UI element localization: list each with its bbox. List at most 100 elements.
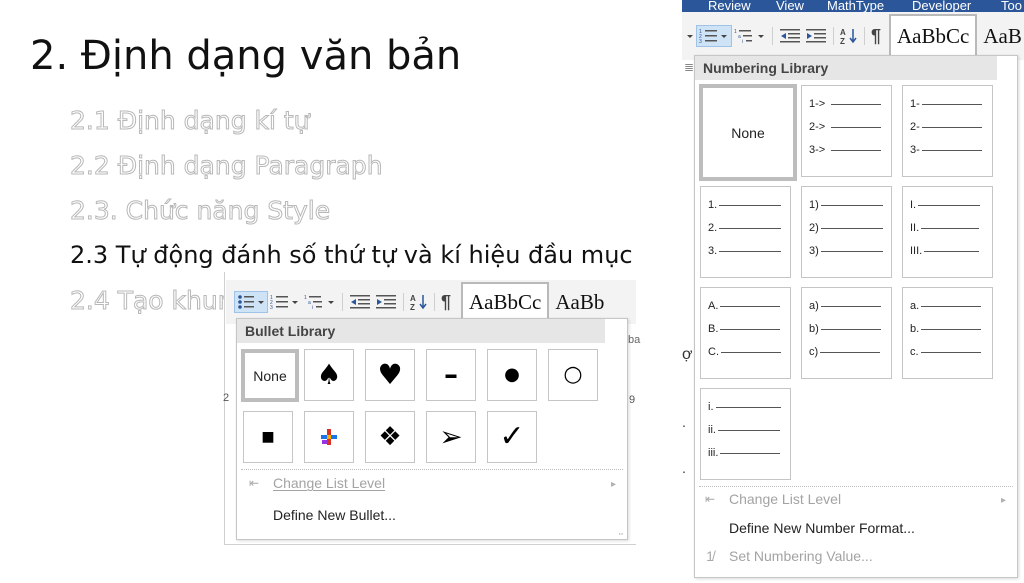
num-label: B. [708, 323, 719, 335]
style-gallery-normal[interactable]: AaBbCc [889, 14, 978, 58]
numbering-tile-decimal-paren[interactable]: 1) 2) 3) [801, 186, 892, 278]
sort-button[interactable]: AZ [408, 291, 430, 313]
bullet-tile-arrowhead[interactable]: ➢ [426, 411, 476, 463]
svg-text:A: A [410, 294, 416, 303]
resize-grip-icon[interactable]: ⠤ [618, 529, 624, 537]
numbering-button[interactable]: 123 [696, 25, 732, 47]
ribbon-separator [403, 293, 404, 311]
document-ruler-mark: 2 [223, 392, 230, 404]
increase-indent-icon [806, 29, 826, 43]
num-label: 2-> [809, 121, 826, 133]
dash-bullet-icon: – [444, 358, 458, 391]
num-label: 3-> [809, 144, 826, 156]
bullets-button[interactable] [684, 25, 696, 47]
document-fragment: . [682, 460, 686, 476]
numbering-tile-arrow[interactable]: 1-> 2-> 3-> [801, 85, 892, 177]
ribbon-separator [342, 293, 343, 311]
numbering-tile-dash[interactable]: 1- 2- 3- [902, 85, 993, 177]
bullets-button[interactable] [234, 291, 268, 313]
ribbon-separator [833, 27, 834, 45]
sort-button[interactable]: AZ [838, 25, 860, 47]
bullet-none-label: None [253, 367, 287, 384]
dropdown-arrow-icon [687, 35, 693, 38]
bullet-none-tile[interactable]: None [241, 349, 299, 402]
increase-indent-button[interactable] [373, 291, 399, 313]
ribbon-separator [864, 27, 865, 45]
hollow-circle-bullet-icon: ○ [563, 362, 583, 387]
numbering-tile-roman-upper[interactable]: I. II. III. [902, 186, 993, 278]
set-numbering-value-label: Set Numbering Value... [729, 548, 873, 564]
numbering-button[interactable]: 123 [268, 291, 302, 313]
multilevel-list-button[interactable]: 1ai [732, 25, 768, 47]
num-label: II. [910, 222, 920, 234]
filled-circle-bullet-icon: ● [504, 364, 520, 385]
numbering-library-header: Numbering Library [695, 56, 997, 80]
num-label: a) [809, 300, 819, 312]
numbering-tile-roman-lower[interactable]: i. ii. iii. [700, 388, 791, 480]
tab-view[interactable]: View [776, 0, 804, 12]
spade-bullet-icon: ♠ [316, 358, 342, 391]
num-label: A. [708, 300, 719, 312]
change-list-level-item[interactable]: ⇤ Change List Level [245, 475, 385, 491]
numbering-none-tile[interactable]: None [699, 84, 797, 181]
style-gallery-no-spacing[interactable]: AaBb [549, 290, 610, 315]
show-formatting-button[interactable]: ¶ [439, 291, 453, 313]
style-gallery-normal[interactable]: AaBbCc [461, 282, 550, 322]
show-formatting-button[interactable]: ¶ [869, 25, 883, 47]
svg-text:1: 1 [304, 295, 307, 301]
bullet-tile-diamond-cluster[interactable]: ❖ [365, 411, 415, 463]
numbering-tile-alpha-lower-paren[interactable]: a) b) c) [801, 287, 892, 379]
bullet-tile-square[interactable]: ■ [243, 411, 293, 463]
tab-developer[interactable]: Developer [912, 0, 971, 12]
svg-text:3: 3 [270, 305, 273, 310]
numbering-tile-alpha-lower-dot[interactable]: a. b. c. [902, 287, 993, 379]
num-label: iii. [708, 447, 719, 459]
define-new-bullet-item[interactable]: Define New Bullet... [273, 507, 396, 523]
increase-indent-button[interactable] [803, 25, 829, 47]
multilevel-list-button[interactable]: 1ai [302, 291, 338, 313]
bullet-tile-colorful-plus[interactable] [304, 411, 354, 463]
define-new-number-format-label: Define New Number Format... [729, 520, 915, 536]
submenu-arrow-icon: ▸ [1001, 495, 1007, 506]
style-preview-text: AaBbCc [469, 289, 542, 314]
change-list-level-label: Change List Level [273, 475, 386, 491]
bullet-tile-spade[interactable]: ♠ [304, 349, 354, 401]
change-list-level-item[interactable]: ⇤ Change List Level [701, 491, 841, 507]
bullet-tile-checkmark[interactable]: ✓ [487, 411, 537, 463]
num-label: a. [910, 300, 920, 312]
outline-item-2-2: 2.2 Định dạng Paragraph [70, 151, 384, 181]
decrease-indent-icon [780, 29, 800, 43]
square-bullet-icon: ■ [261, 429, 275, 445]
decrease-indent-button[interactable] [347, 291, 373, 313]
bullet-tile-heart[interactable]: ♥ [365, 349, 415, 401]
multilevel-list-icon: 1ai [734, 29, 764, 44]
bullet-tile-hollow-circle[interactable]: ○ [548, 349, 598, 401]
set-numbering-value-item[interactable]: 1̸ Set Numbering Value... [701, 548, 873, 564]
menu-separator [241, 469, 623, 470]
svg-text:i: i [312, 305, 313, 310]
num-label: 1- [910, 98, 920, 110]
document-fragment: ợ [682, 346, 693, 363]
svg-text:A: A [840, 28, 846, 37]
num-label: 2) [809, 222, 819, 234]
arrowhead-bullet-icon: ➢ [439, 420, 463, 453]
num-label: C. [708, 346, 719, 358]
svg-text:Z: Z [840, 37, 845, 45]
increase-indent-icon [376, 295, 396, 309]
document-fragment: ba [628, 334, 641, 346]
decrease-indent-button[interactable] [777, 25, 803, 47]
define-new-number-format-item[interactable]: Define New Number Format... [729, 520, 915, 536]
outline-item-2-3-style: 2.3. Chức năng Style [69, 196, 331, 226]
num-label: I. [910, 199, 917, 211]
num-label: 3. [708, 245, 718, 257]
bullet-tile-filled-circle[interactable]: ● [487, 349, 537, 401]
bullet-tile-dash[interactable]: – [426, 349, 476, 401]
style-gallery-no-spacing[interactable]: AaB [977, 24, 1022, 49]
numbering-tile-alpha-upper[interactable]: A. B. C. [700, 287, 791, 379]
tab-tools[interactable]: Too [1001, 0, 1022, 12]
multilevel-list-icon: 1ai [304, 295, 334, 310]
tab-review[interactable]: Review [708, 0, 751, 12]
tab-mathtype[interactable]: MathType [827, 0, 884, 12]
numbering-tile-decimal-dot[interactable]: 1. 2. 3. [700, 186, 791, 278]
sort-az-icon: AZ [410, 294, 427, 311]
